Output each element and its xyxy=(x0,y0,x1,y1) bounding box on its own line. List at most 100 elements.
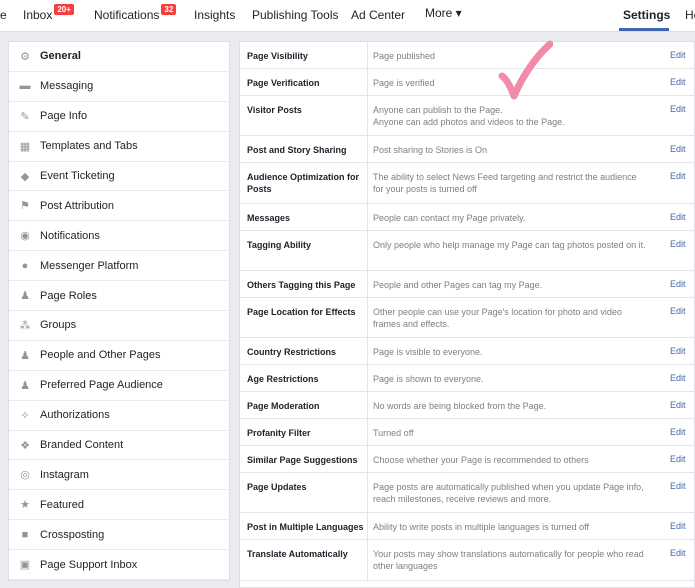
settings-row-page-location-for-effects[interactable]: Page Location for Effects Other people ca… xyxy=(240,298,695,338)
nav-insights[interactable]: Insights xyxy=(194,8,235,22)
settings-row-similar-page-suggestions[interactable]: Similar Page Suggestions Choose whether y… xyxy=(240,446,695,473)
settings-row-audience-optimization-for-posts[interactable]: Audience Optimization for Posts The abili… xyxy=(240,163,695,204)
edit-link[interactable]: Edit xyxy=(670,239,686,249)
sidebar-item-icon: ♟ xyxy=(20,349,30,362)
settings-row-translate-automatically[interactable]: Translate Automatically Your posts may sh… xyxy=(240,540,695,581)
settings-row-page-verification[interactable]: Page Verification Page is verified Edit xyxy=(240,69,695,96)
setting-description: People can contact my Page privately. xyxy=(373,213,526,223)
sidebar-item-page-info[interactable]: ✎ Page Info xyxy=(9,102,229,132)
settings-row-others-tagging-this-page[interactable]: Others Tagging this Page People and other… xyxy=(240,271,695,298)
sidebar-item-instagram[interactable]: ◎ Instagram xyxy=(9,460,229,491)
sidebar-item-page-roles[interactable]: ♟ Page Roles xyxy=(9,281,229,312)
edit-link[interactable]: Edit xyxy=(670,104,686,114)
sidebar-item-notifications[interactable]: ◉ Notifications xyxy=(9,221,229,252)
nav-notifications[interactable]: Notifications 32 xyxy=(94,4,177,22)
settings-row-country-restrictions[interactable]: Country Restrictions Page is visible to e… xyxy=(240,338,695,365)
settings-row-tagging-ability[interactable]: Tagging Ability Only people who help mana… xyxy=(240,231,695,271)
sidebar-item-branded-content[interactable]: ❖ Branded Content xyxy=(9,431,229,461)
sidebar-item-icon: ⚑ xyxy=(20,200,30,213)
sidebar-item-messenger-platform[interactable]: ● Messenger Platform xyxy=(9,251,229,282)
settings-row-page-moderation[interactable]: Page Moderation No words are being blocke… xyxy=(240,392,695,419)
edit-link[interactable]: Edit xyxy=(670,144,686,154)
setting-name: Similar Page Suggestions xyxy=(247,455,358,465)
nav-settings[interactable]: Settings xyxy=(623,8,670,22)
edit-link[interactable]: Edit xyxy=(670,77,686,87)
sidebar-item-label: Featured xyxy=(40,498,85,511)
setting-description: The ability to select News Feed targetin… xyxy=(373,172,637,194)
edit-link[interactable]: Edit xyxy=(670,548,686,558)
edit-link[interactable]: Edit xyxy=(670,400,686,410)
sidebar-item-label: Messenger Platform xyxy=(40,259,139,272)
sidebar-item-messaging[interactable]: ▬ Messaging xyxy=(9,72,229,102)
sidebar-item-label: Event Ticketing xyxy=(40,170,115,182)
sidebar-item-preferred-page-audience[interactable]: ♟ Preferred Page Audience xyxy=(9,371,229,401)
sidebar-item-icon: ❖ xyxy=(20,439,30,452)
nav-inbox[interactable]: Inbox 20+ xyxy=(23,4,74,22)
setting-name: Country Restrictions xyxy=(247,347,337,357)
edit-link[interactable]: Edit xyxy=(670,279,686,289)
sidebar-item-event-ticketing[interactable]: ◆ Event Ticketing xyxy=(9,162,229,192)
nav-publishing-tools[interactable]: Publishing Tools xyxy=(252,8,339,22)
edit-link[interactable]: Edit xyxy=(670,427,686,437)
setting-description: Turned off xyxy=(373,428,414,438)
nav-partial-left[interactable]: e xyxy=(0,8,7,22)
nav-ad-center[interactable]: Ad Center xyxy=(351,8,405,22)
setting-description: Your posts may show translations automat… xyxy=(373,549,644,571)
sidebar-item-crossposting[interactable]: ■ Crossposting xyxy=(9,520,229,551)
sidebar-item-label: Page Info xyxy=(40,110,88,123)
edit-link[interactable]: Edit xyxy=(670,521,686,531)
sidebar-item-featured[interactable]: ★ Featured xyxy=(9,490,229,521)
sidebar-item-icon: ■ xyxy=(21,528,29,541)
setting-description: Page published xyxy=(373,51,436,61)
nav-partial-right[interactable]: He xyxy=(685,8,695,22)
edit-link[interactable]: Edit xyxy=(670,346,686,356)
settings-sidebar: ⚙ General ▬ Messaging ✎ Page Info ▦ Templates a… xyxy=(8,41,230,582)
settings-row-profanity-filter[interactable]: Profanity Filter Turned off Edit xyxy=(240,419,695,446)
general-settings-table: Page Visibility Page published Edit Page Ve… xyxy=(239,41,695,588)
edit-link[interactable]: Edit xyxy=(670,306,686,316)
nav-inbox-label: Inbox xyxy=(23,8,53,22)
edit-link[interactable]: Edit xyxy=(670,454,686,464)
setting-description: Choose whether your Page is recommended … xyxy=(373,455,589,465)
settings-row-age-restrictions[interactable]: Age Restrictions Page is shown to everyon… xyxy=(240,365,695,392)
sidebar-item-icon: ◎ xyxy=(20,469,30,482)
sidebar-item-label: Branded Content xyxy=(40,439,124,452)
edit-link[interactable]: Edit xyxy=(670,373,686,383)
settings-row-page-visibility[interactable]: Page Visibility Page published Edit xyxy=(240,42,695,69)
sidebar-item-label: Instagram xyxy=(40,468,89,481)
sidebar-item-icon: ♟ xyxy=(20,379,30,392)
sidebar-item-page-support-inbox[interactable]: ▣ Page Support Inbox xyxy=(9,550,229,581)
settings-row-post-in-multiple-languages[interactable]: Post in Multiple Languages Ability to wri… xyxy=(240,513,695,540)
sidebar-item-general[interactable]: ⚙ General xyxy=(9,42,229,72)
setting-name: Messages xyxy=(247,213,291,223)
page-top-navigation: e Inbox 20+ Notifications 32 Insights Publ… xyxy=(0,0,695,32)
setting-description: Anyone can publish to the Page. Anyone c… xyxy=(373,105,565,127)
setting-name: Translate Automatically xyxy=(247,549,348,559)
sidebar-item-icon: ✎ xyxy=(20,110,30,123)
sidebar-item-icon: ● xyxy=(21,259,29,272)
sidebar-item-label: Groups xyxy=(40,319,77,332)
sidebar-item-people-and-other-pages[interactable]: ♟ People and Other Pages xyxy=(9,341,229,371)
settings-row-post-and-story-sharing[interactable]: Post and Story Sharing Post sharing to St… xyxy=(240,136,695,163)
sidebar-item-label: Post Attribution xyxy=(40,199,114,212)
edit-link[interactable]: Edit xyxy=(670,481,686,491)
sidebar-item-groups[interactable]: ⁂ Groups xyxy=(9,311,229,341)
sidebar-item-icon: ▦ xyxy=(19,140,31,153)
edit-link[interactable]: Edit xyxy=(670,50,686,60)
settings-row-page-updates[interactable]: Page Updates Page posts are automatically… xyxy=(240,473,695,513)
sidebar-item-post-attribution[interactable]: ⚑ Post Attribution xyxy=(9,191,229,222)
setting-name: Audience Optimization for Posts xyxy=(247,172,360,194)
edit-link[interactable]: Edit xyxy=(670,212,686,222)
nav-more[interactable]: More ▾ xyxy=(425,6,462,20)
settings-row-visitor-posts[interactable]: Visitor Posts Anyone can publish to the P… xyxy=(240,96,695,136)
setting-description: Other people can use your Page's locatio… xyxy=(373,307,622,329)
setting-description: Only people who help manage my Page can … xyxy=(373,240,646,250)
nav-notifications-label: Notifications xyxy=(94,8,160,22)
setting-name: Tagging Ability xyxy=(247,240,311,250)
edit-link[interactable]: Edit xyxy=(670,171,686,181)
sidebar-item-templates-and-tabs[interactable]: ▦ Templates and Tabs xyxy=(9,132,229,162)
settings-row-messages[interactable]: Messages People can contact my Page priva… xyxy=(240,204,695,231)
sidebar-item-authorizations[interactable]: ✧ Authorizations xyxy=(9,401,229,431)
notifications-badge: 32 xyxy=(161,4,177,15)
setting-description: People and other Pages can tag my Page. xyxy=(373,280,543,290)
